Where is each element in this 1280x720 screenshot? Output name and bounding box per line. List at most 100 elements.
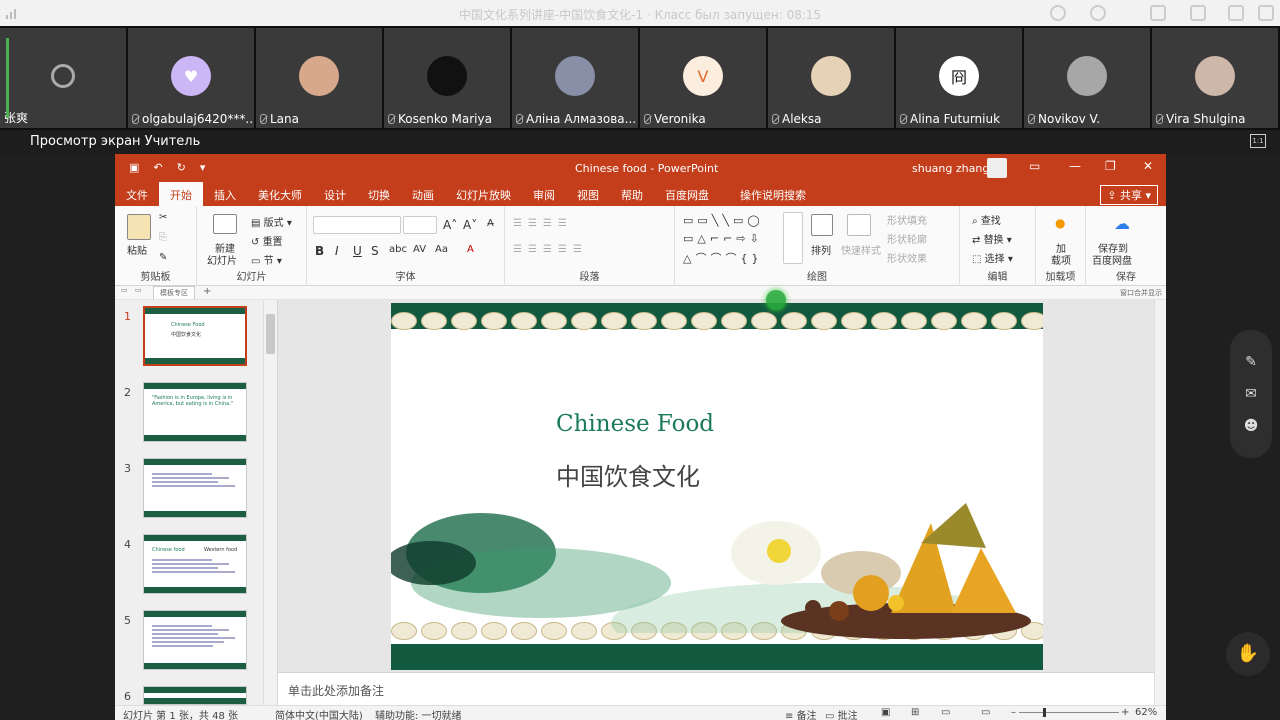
ribbon-display-icon[interactable]: ▭ bbox=[1029, 159, 1040, 173]
notes-pane[interactable]: 单击此处添加备注 bbox=[278, 672, 1154, 705]
participant-tile[interactable]: Novikov V. bbox=[1024, 28, 1150, 128]
slideshow-view-icon[interactable]: ▭ bbox=[981, 707, 990, 718]
reset-button[interactable]: ↺ 重置 bbox=[251, 233, 283, 248]
merge-windows-button[interactable]: 窗口合并显示 bbox=[1120, 288, 1162, 298]
participant-tile[interactable]: Аліна Алмазова... bbox=[512, 28, 638, 128]
participant-tile[interactable]: V Veronika bbox=[640, 28, 766, 128]
tab-10[interactable]: 帮助 bbox=[610, 182, 654, 206]
editor-scrollbar[interactable] bbox=[1154, 300, 1166, 705]
fit-screen-icon[interactable]: 1:1 bbox=[1250, 134, 1266, 148]
scroll-thumb[interactable] bbox=[266, 314, 275, 354]
zoom-out-icon[interactable]: – bbox=[1011, 707, 1016, 718]
paste-icon[interactable] bbox=[127, 214, 151, 240]
camera-off-icon[interactable] bbox=[1090, 5, 1106, 21]
edit-icon[interactable]: ✎ bbox=[1241, 354, 1261, 372]
customize-icon[interactable]: ▾ bbox=[200, 161, 206, 174]
font-size-field[interactable] bbox=[403, 216, 437, 234]
close-window-icon[interactable]: ✕ bbox=[1143, 159, 1153, 173]
new-slide-icon[interactable] bbox=[213, 214, 237, 234]
spacing-icon[interactable]: AV bbox=[413, 244, 426, 255]
bold-icon[interactable]: B bbox=[315, 244, 324, 258]
grow-font-icon[interactable]: A˄ bbox=[443, 218, 457, 232]
new-file-icon[interactable]: ▭ bbox=[121, 286, 128, 294]
participant-tile[interactable]: Vira Shulgina bbox=[1152, 28, 1278, 128]
close-icon[interactable] bbox=[1258, 5, 1274, 21]
user-avatar[interactable] bbox=[987, 158, 1007, 178]
tab-12[interactable]: 操作说明搜索 bbox=[720, 182, 817, 206]
current-slide[interactable]: Chinese Food 中国饮食文化 bbox=[391, 303, 1043, 670]
slide-thumbnail[interactable] bbox=[143, 610, 247, 670]
tab-4[interactable]: 设计 bbox=[313, 182, 357, 206]
notes-button[interactable]: ≡ 备注 bbox=[785, 707, 817, 720]
folder-icon[interactable]: ▭ bbox=[135, 286, 142, 294]
quick-styles-icon[interactable] bbox=[847, 214, 871, 236]
font-color-icon[interactable]: A bbox=[467, 244, 474, 255]
quick-styles-button[interactable]: 快速样式 bbox=[841, 242, 881, 257]
shadow-icon[interactable]: S bbox=[371, 244, 379, 258]
sorter-view-icon[interactable]: ⊞ bbox=[911, 707, 919, 718]
list-icons[interactable]: ☰☰☰☰ bbox=[513, 218, 573, 229]
slide-thumbnail[interactable]: Chinese Food 中国饮食文化 bbox=[143, 306, 247, 366]
italic-icon[interactable]: I bbox=[335, 244, 339, 258]
zoom-in-icon[interactable]: + bbox=[1121, 707, 1129, 718]
find-button[interactable]: ⌕ 查找 bbox=[972, 212, 1001, 227]
grid-view-icon[interactable] bbox=[1150, 5, 1166, 21]
shape-effect-button[interactable]: 形状效果 bbox=[887, 250, 927, 265]
baidu-cloud-icon[interactable]: ☁ bbox=[1114, 214, 1130, 233]
shrink-font-icon[interactable]: A˅ bbox=[463, 218, 477, 232]
mute-icon[interactable] bbox=[1050, 5, 1066, 21]
language-status[interactable]: 简体中文(中国大陆) bbox=[275, 707, 363, 720]
shapes-gallery-row3[interactable]: △⌒⌒⌒{} bbox=[683, 250, 762, 266]
slide-thumbnail[interactable] bbox=[143, 458, 247, 518]
raise-hand-button[interactable]: ✋ bbox=[1226, 632, 1270, 676]
zoom-slider-thumb[interactable] bbox=[1043, 708, 1046, 717]
slide-title-cn[interactable]: 中国饮食文化 bbox=[556, 457, 700, 492]
participant-tile[interactable]: Lana bbox=[256, 28, 382, 128]
font-name-field[interactable] bbox=[313, 216, 401, 234]
accessibility-status[interactable]: 辅助功能: 一切就绪 bbox=[375, 707, 462, 720]
layout-button[interactable]: ▤ 版式 ▾ bbox=[251, 214, 292, 229]
participants-icon[interactable]: ☻ bbox=[1241, 418, 1261, 436]
shape-outline-button[interactable]: 形状轮廓 bbox=[887, 231, 927, 246]
section-button[interactable]: ▭ 节 ▾ bbox=[251, 252, 282, 267]
tab-6[interactable]: 动画 bbox=[401, 182, 445, 206]
addin-icon[interactable]: ● bbox=[1055, 216, 1065, 230]
paste-button[interactable]: 粘贴 bbox=[127, 242, 147, 257]
undo-icon[interactable]: ↶ bbox=[153, 161, 162, 174]
chat-icon[interactable]: ✉ bbox=[1241, 386, 1261, 404]
save-icon[interactable]: ▣ bbox=[129, 161, 139, 174]
shape-fill-button[interactable]: 形状填充 bbox=[887, 212, 927, 227]
shapes-more-button[interactable] bbox=[783, 212, 803, 264]
slide-thumbnail[interactable] bbox=[143, 686, 247, 705]
add-tab-icon[interactable]: + bbox=[203, 286, 211, 297]
minimize-icon[interactable] bbox=[1190, 5, 1206, 21]
tab-7[interactable]: 幻灯片放映 bbox=[445, 182, 522, 206]
tab-5[interactable]: 切换 bbox=[357, 182, 401, 206]
underline-icon[interactable]: U bbox=[353, 244, 362, 258]
replace-button[interactable]: ⇄ 替换 ▾ bbox=[972, 231, 1012, 246]
slide-thumbnail[interactable]: "Fashion is in Europe, living is in Amer… bbox=[143, 382, 247, 442]
tab-9[interactable]: 视图 bbox=[566, 182, 610, 206]
participant-tile[interactable]: Aleksa bbox=[768, 28, 894, 128]
user-name[interactable]: shuang zhang bbox=[912, 162, 989, 175]
zoom-level[interactable]: 62% bbox=[1135, 707, 1157, 718]
change-case-icon[interactable]: Aa bbox=[435, 244, 448, 255]
slide-title-en[interactable]: Chinese Food bbox=[556, 411, 714, 437]
participant-tile[interactable]: 张爽 bbox=[0, 28, 126, 128]
slide-thumbnail[interactable]: Chinese food Western food bbox=[143, 534, 247, 594]
comments-button[interactable]: ▭ 批注 bbox=[825, 707, 858, 720]
shapes-gallery-icon[interactable]: ▭▭╲╲▭◯ bbox=[683, 214, 764, 227]
share-button[interactable]: ⇪ 共享 ▾ bbox=[1100, 185, 1158, 205]
reading-view-icon[interactable]: ▭ bbox=[941, 707, 950, 718]
arrange-button[interactable]: 排列 bbox=[811, 242, 831, 257]
template-tab[interactable]: 模板专区 bbox=[153, 286, 195, 299]
restore-window-icon[interactable]: ❐ bbox=[1105, 159, 1116, 173]
align-icons[interactable]: ☰☰☰☰☰ bbox=[513, 244, 588, 255]
participant-tile[interactable]: Kosenko Mariya bbox=[384, 28, 510, 128]
strikethrough-icon[interactable]: abc bbox=[389, 244, 407, 255]
minimize-window-icon[interactable]: — bbox=[1069, 159, 1081, 173]
clear-format-icon[interactable]: A̶ bbox=[487, 218, 494, 229]
settings-icon[interactable] bbox=[1228, 5, 1244, 21]
copy-icon[interactable]: ⎘ bbox=[159, 232, 167, 243]
tab-2[interactable]: 插入 bbox=[203, 182, 247, 206]
